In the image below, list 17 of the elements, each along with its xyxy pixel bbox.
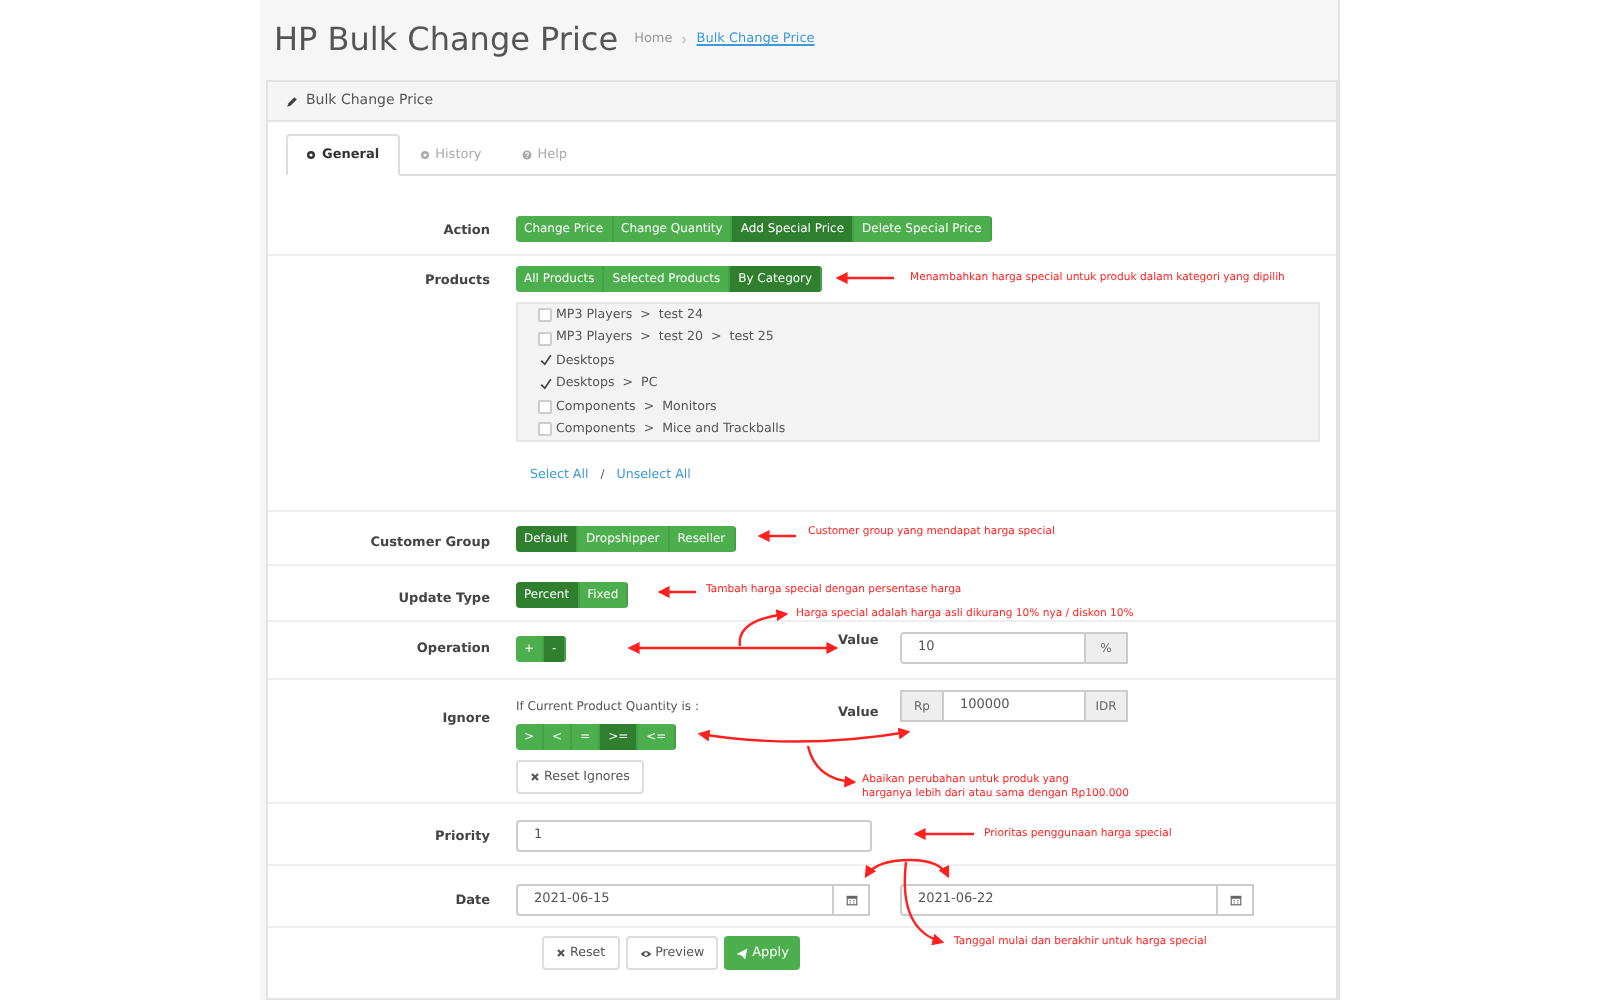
page-title: HP Bulk Change Price	[274, 20, 619, 60]
annotation-arrow	[757, 530, 796, 542]
pencil-icon	[286, 95, 298, 107]
help-icon	[521, 150, 532, 160]
gear-icon	[419, 150, 430, 160]
close-icon	[556, 948, 566, 958]
eye-icon	[639, 947, 652, 959]
annotation-arrow	[835, 272, 894, 284]
checkbox[interactable]	[538, 376, 552, 391]
calendar-icon	[1229, 894, 1241, 906]
checkbox[interactable]	[538, 353, 552, 368]
annotation-arrow	[657, 586, 696, 598]
annotation-arrow	[913, 828, 974, 840]
paper-plane-icon	[736, 947, 749, 959]
calendar-icon	[845, 894, 857, 906]
close-icon	[530, 772, 540, 782]
gear-icon	[306, 150, 316, 160]
